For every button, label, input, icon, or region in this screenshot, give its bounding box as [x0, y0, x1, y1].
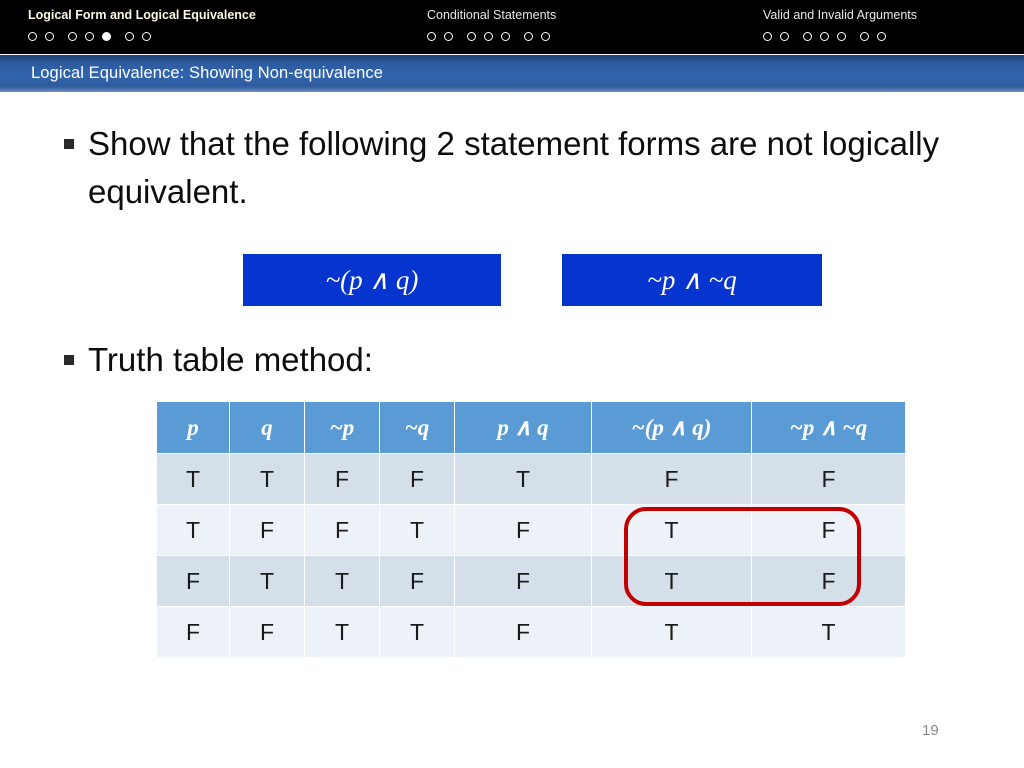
nav-group-valid-invalid-arguments[interactable]: Valid and Invalid Arguments	[763, 0, 917, 54]
progress-dot-icon[interactable]	[142, 31, 151, 41]
column-header-not-p: ~p	[305, 402, 379, 453]
page-title: Logical Equivalence: Showing Non-equival…	[31, 64, 384, 82]
table-cell: F	[455, 505, 591, 555]
table-cell: T	[380, 505, 454, 555]
slide: Logical Form and Logical Equivalence Con…	[0, 0, 1024, 768]
bullet-text: Truth table method:	[88, 341, 373, 378]
progress-dot-icon[interactable]	[68, 31, 77, 41]
table-cell-highlighted: T	[592, 556, 751, 606]
progress-dot-icon[interactable]	[524, 31, 533, 41]
table-cell: F	[157, 556, 229, 606]
section-title-bar: Logical Equivalence: Showing Non-equival…	[0, 55, 1024, 92]
table-row: T T F F T F F	[157, 454, 905, 504]
table-cell: T	[592, 607, 751, 657]
bullet-text: Show that the following 2 statement form…	[88, 125, 940, 210]
progress-dot-icon[interactable]	[877, 31, 886, 41]
nav-group-logical-form[interactable]: Logical Form and Logical Equivalence	[28, 0, 256, 54]
page-number: 19	[922, 722, 939, 739]
progress-dot-icon[interactable]	[45, 31, 54, 41]
table-row: F T T F F T F	[157, 556, 905, 606]
table-cell: T	[380, 607, 454, 657]
table-cell: T	[230, 556, 304, 606]
column-header-not-p-and-not-q: ~p ∧ ~q	[752, 402, 905, 453]
progress-dot-icon[interactable]	[763, 31, 772, 41]
formula-box-negation-of-conjunction: ~(p ∧ q)	[243, 254, 501, 306]
column-header-q: q	[230, 402, 304, 453]
column-header-not-p-and-q: ~(p ∧ q)	[592, 402, 751, 453]
nav-group-title: Logical Form and Logical Equivalence	[28, 8, 256, 22]
nav-group-conditional-statements[interactable]: Conditional Statements	[427, 0, 558, 54]
table-cell: T	[305, 556, 379, 606]
progress-dot-icon[interactable]	[780, 31, 789, 41]
progress-dot-icon[interactable]	[501, 31, 510, 41]
truth-table-header: p q ~p ~q p ∧ q ~(p ∧ q) ~p ∧ ~q	[157, 402, 905, 453]
table-cell: T	[157, 505, 229, 555]
table-cell: F	[380, 556, 454, 606]
progress-dot-icon[interactable]	[820, 31, 829, 41]
table-cell: F	[455, 607, 591, 657]
progress-dot-icon[interactable]	[467, 31, 476, 41]
progress-dot-icon[interactable]	[860, 31, 869, 41]
table-header-row: p q ~p ~q p ∧ q ~(p ∧ q) ~p ∧ ~q	[157, 402, 905, 453]
bullet-item-method: Truth table method:	[64, 336, 664, 384]
nav-group-title: Conditional Statements	[427, 8, 557, 22]
table-cell-highlighted: F	[752, 556, 905, 606]
progress-dot-icon[interactable]	[837, 31, 846, 41]
progress-dot-active-icon[interactable]	[102, 31, 111, 41]
truth-table: p q ~p ~q p ∧ q ~(p ∧ q) ~p ∧ ~q T T F F…	[156, 401, 906, 658]
table-cell: F	[230, 607, 304, 657]
table-cell: F	[455, 556, 591, 606]
column-header-p-and-q: p ∧ q	[455, 402, 591, 453]
table-cell: T	[305, 607, 379, 657]
top-navigation-bar: Logical Form and Logical Equivalence Con…	[0, 0, 1024, 54]
progress-dot-icon[interactable]	[125, 31, 134, 41]
progress-dot-icon[interactable]	[803, 31, 812, 41]
formula-text: ~(p ∧ q)	[325, 264, 419, 295]
table-cell: T	[230, 454, 304, 504]
truth-table-body: T T F F T F F T F F T F T F F T T F F T …	[157, 454, 905, 657]
table-cell: F	[305, 505, 379, 555]
table-row: F F T T F T T	[157, 607, 905, 657]
progress-dot-icon[interactable]	[427, 31, 436, 41]
table-cell: T	[752, 607, 905, 657]
progress-dot-icon[interactable]	[484, 31, 493, 41]
square-bullet-icon	[64, 139, 74, 149]
table-cell: F	[380, 454, 454, 504]
formula-box-conjunction-of-negations: ~p ∧ ~q	[562, 254, 822, 306]
formula-text: ~p ∧ ~q	[647, 264, 737, 295]
table-cell: F	[230, 505, 304, 555]
progress-dot-icon[interactable]	[85, 31, 94, 41]
square-bullet-icon	[64, 355, 74, 365]
progress-dot-icon[interactable]	[28, 31, 37, 41]
table-cell: T	[455, 454, 591, 504]
table-row: T F F T F T F	[157, 505, 905, 555]
table-cell: F	[157, 607, 229, 657]
nav-progress-dots	[427, 30, 558, 42]
nav-progress-dots	[28, 30, 256, 42]
column-header-p: p	[157, 402, 229, 453]
table-cell: F	[592, 454, 751, 504]
table-cell: F	[305, 454, 379, 504]
table-cell: T	[157, 454, 229, 504]
table-cell-highlighted: T	[592, 505, 751, 555]
table-cell-highlighted: F	[752, 505, 905, 555]
table-cell: F	[752, 454, 905, 504]
progress-dot-icon[interactable]	[541, 31, 550, 41]
bullet-item-instruction: Show that the following 2 statement form…	[64, 120, 964, 216]
nav-group-title: Valid and Invalid Arguments	[763, 8, 918, 22]
progress-dot-icon[interactable]	[444, 31, 453, 41]
column-header-not-q: ~q	[380, 402, 454, 453]
nav-progress-dots	[763, 30, 917, 42]
